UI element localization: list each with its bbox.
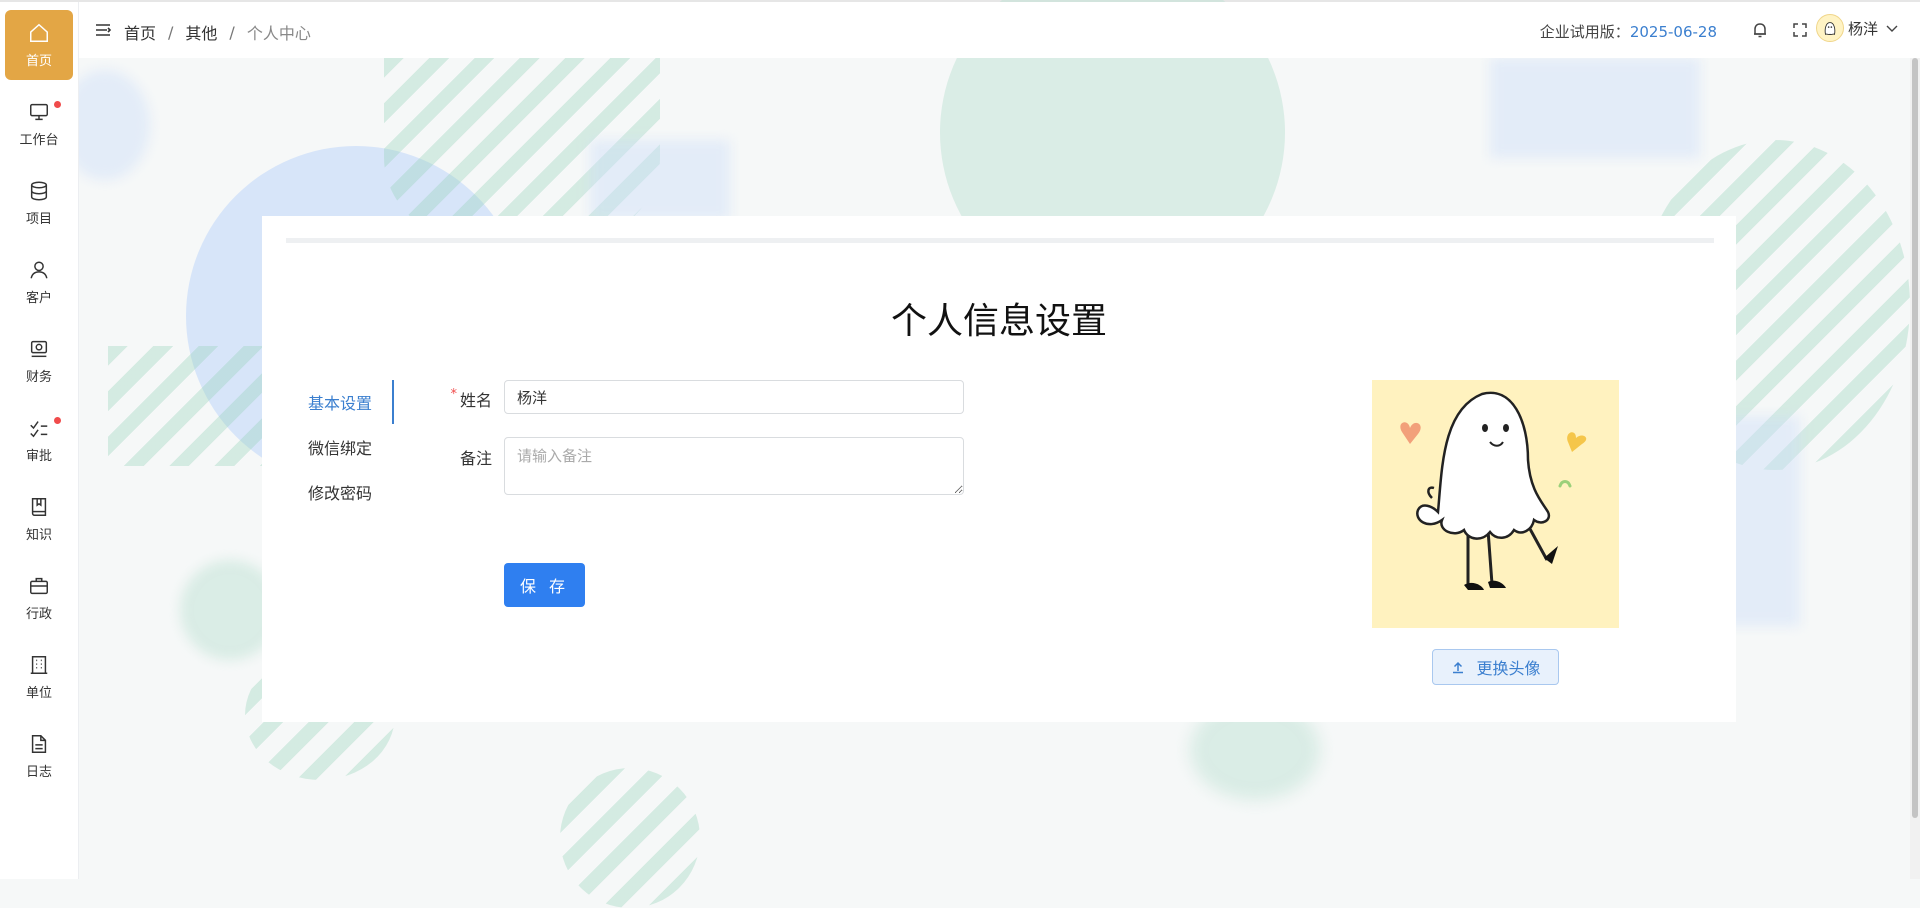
bell-icon[interactable] — [1750, 20, 1770, 40]
sidebar-item-label: 日志 — [25, 764, 52, 780]
trial-info: 企业试用版：2025-06-28 — [1540, 21, 1717, 42]
tab-basic-settings[interactable]: 基本设置 — [308, 390, 372, 414]
bg-blur-1 — [1490, 58, 1700, 158]
sidebar-item-label: 单位 — [25, 685, 52, 701]
sidebar-item-label: 审批 — [25, 448, 52, 464]
sidebar-item-label: 行政 — [25, 606, 52, 622]
required-mark: * — [450, 387, 457, 402]
tab-wechat-binding[interactable]: 微信绑定 — [308, 435, 372, 459]
database-icon — [30, 181, 48, 200]
breadcrumb-separator: / — [229, 22, 235, 42]
breadcrumb-current: 个人中心 — [246, 24, 311, 43]
change-avatar-button[interactable]: 更换头像 — [1432, 649, 1559, 685]
profile-settings-card: 个人信息设置 基本设置 微信绑定 修改密码 *姓名 备注 保 存 — [262, 216, 1736, 722]
menu-toggle-icon[interactable] — [93, 20, 113, 40]
name-label: * 姓名 — [412, 387, 492, 411]
sidebar: 首页 工作台 项目 客户 财务 审批 知识 行政 单位 日志 — [0, 2, 79, 879]
notification-badge — [54, 101, 61, 108]
user-menu[interactable]: 杨洋 — [1815, 14, 1900, 42]
book-icon — [31, 497, 47, 516]
breadcrumb: 首页 / 其他 / 个人中心 — [124, 20, 311, 44]
home-icon — [30, 23, 48, 42]
page-scrollbar[interactable] — [1910, 58, 1920, 879]
avatar-preview — [1372, 380, 1619, 628]
breadcrumb-other[interactable]: 其他 — [185, 20, 217, 44]
building-icon — [30, 655, 48, 674]
note-label: 备注 — [459, 449, 492, 468]
bg-blur-3 — [590, 140, 730, 220]
sidebar-item-knowledge[interactable]: 知识 — [5, 484, 73, 554]
settings-tabs: 基本设置 微信绑定 修改密码 — [302, 380, 394, 510]
page-title: 个人信息设置 — [890, 301, 1107, 342]
notification-badge — [54, 417, 61, 424]
sidebar-item-units[interactable]: 单位 — [5, 642, 73, 712]
sidebar-item-label: 客户 — [25, 290, 52, 306]
tab-change-password[interactable]: 修改密码 — [308, 480, 372, 504]
avatar — [1815, 14, 1844, 42]
breadcrumb-separator: / — [168, 22, 174, 42]
money-icon — [30, 340, 48, 357]
bg-stripe-bottom — [560, 768, 700, 908]
user-name: 杨洋 — [1847, 19, 1878, 38]
sidebar-item-customers[interactable]: 客户 — [5, 247, 73, 317]
sidebar-item-label: 知识 — [25, 527, 52, 543]
name-input[interactable] — [504, 380, 964, 414]
monitor-icon — [30, 103, 48, 120]
sidebar-item-label: 工作台 — [19, 132, 59, 148]
sidebar-item-projects[interactable]: 项目 — [5, 168, 73, 238]
note-textarea[interactable] — [504, 437, 964, 495]
document-icon — [31, 734, 47, 753]
sidebar-item-label: 项目 — [25, 211, 52, 227]
save-button[interactable]: 保 存 — [504, 563, 585, 607]
chevron-down-icon — [1886, 25, 1898, 32]
card-progress-bar — [286, 238, 1714, 243]
user-icon — [30, 260, 48, 278]
name-label-text: 姓名 — [459, 391, 492, 410]
change-avatar-label: 更换头像 — [1476, 659, 1541, 678]
upload-icon — [1453, 661, 1464, 674]
sidebar-item-admin[interactable]: 行政 — [5, 563, 73, 633]
top-header: 首页 / 其他 / 个人中心 企业试用版：2025-06-28 杨洋 — [79, 2, 1920, 58]
ghost-icon — [1824, 22, 1836, 36]
sidebar-item-finance[interactable]: 财务 — [5, 326, 73, 396]
sidebar-item-label: 财务 — [25, 369, 52, 385]
trial-label: 企业试用版： — [1539, 23, 1630, 41]
sidebar-item-logs[interactable]: 日志 — [5, 721, 73, 791]
breadcrumb-home[interactable]: 首页 — [124, 20, 156, 44]
sidebar-item-workbench[interactable]: 工作台 — [5, 89, 73, 159]
ghost-avatar-image — [1372, 380, 1619, 628]
trial-date: 2025-06-28 — [1629, 23, 1717, 41]
sidebar-item-approval[interactable]: 审批 — [5, 405, 73, 475]
fullscreen-icon[interactable] — [1790, 20, 1810, 40]
sidebar-item-home[interactable]: 首页 — [5, 10, 73, 80]
briefcase-icon — [30, 577, 48, 594]
approval-icon — [30, 420, 48, 437]
bg-stripe-left — [108, 346, 288, 466]
active-tab-indicator — [392, 380, 394, 424]
scrollbar-thumb[interactable] — [1912, 58, 1918, 818]
sidebar-item-label: 首页 — [25, 53, 52, 69]
